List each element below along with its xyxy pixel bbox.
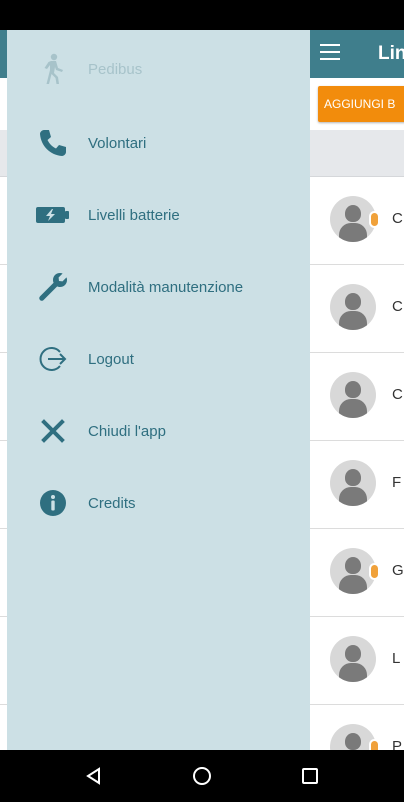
drawer-item-label: Livelli batterie — [88, 206, 180, 224]
drawer-item-label: Credits — [88, 494, 136, 512]
avatar — [330, 372, 376, 418]
drawer-item-volontari[interactable]: Volontari — [7, 118, 310, 168]
wrench-icon — [35, 269, 71, 305]
battery-icon — [35, 197, 71, 233]
navigation-drawer: Pedibus Volontari Livelli batterie Modal… — [7, 30, 310, 750]
row-name: C — [392, 210, 403, 227]
home-icon[interactable] — [182, 756, 222, 796]
drawer-item-credits[interactable]: Credits — [7, 478, 310, 528]
drawer-item-pedibus[interactable]: Pedibus — [7, 44, 310, 94]
avatar — [330, 284, 376, 330]
drawer-item-chiudi[interactable]: Chiudi l'app — [7, 406, 310, 456]
drawer-item-label: Chiudi l'app — [88, 422, 166, 440]
drawer-item-label: Modalità manutenzione — [88, 278, 244, 296]
drawer-item-label: Pedibus — [88, 60, 143, 78]
status-badge — [369, 739, 380, 750]
status-badge — [369, 211, 380, 228]
add-button[interactable]: AGGIUNGI B — [318, 86, 404, 122]
close-icon — [35, 413, 71, 449]
row-name: L — [392, 650, 401, 667]
drawer-item-manutenzione[interactable]: Modalità manutenzione — [7, 262, 310, 312]
toolbar-title: Lin — [378, 43, 404, 64]
row-name: C — [392, 298, 403, 315]
back-icon[interactable] — [74, 756, 114, 796]
drawer-item-livelli-batterie[interactable]: Livelli batterie — [7, 190, 310, 240]
row-name: F — [392, 474, 402, 491]
status-bar — [0, 0, 404, 30]
row-name: C — [392, 386, 403, 403]
menu-icon[interactable] — [320, 44, 340, 62]
pedestrian-icon — [35, 51, 71, 87]
status-badge — [369, 563, 380, 580]
avatar — [330, 460, 376, 506]
row-name: P — [392, 738, 403, 750]
drawer-item-label: Volontari — [88, 134, 147, 152]
drawer-item-logout[interactable]: Logout — [7, 334, 310, 384]
avatar — [330, 636, 376, 682]
phone-icon — [35, 125, 71, 161]
logout-icon — [35, 341, 71, 377]
drawer-item-label: Logout — [88, 350, 134, 368]
row-name: G — [392, 562, 404, 579]
recents-icon[interactable] — [290, 756, 330, 796]
system-nav-bar — [0, 750, 404, 802]
info-icon — [35, 485, 71, 521]
